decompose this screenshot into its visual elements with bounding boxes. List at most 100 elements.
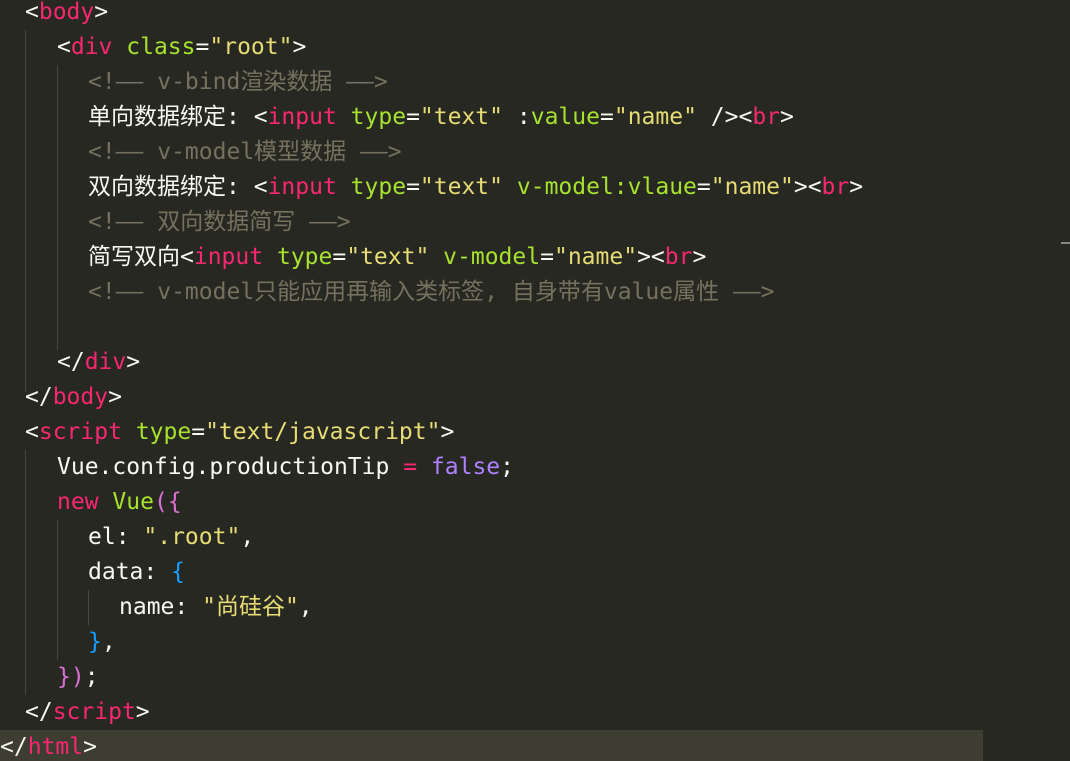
code-token: div	[84, 349, 127, 375]
code-token: "name"	[553, 244, 638, 270]
code-token: =	[332, 244, 347, 270]
code-token: "text/javascript"	[205, 419, 441, 445]
indent-guide	[25, 450, 26, 695]
code-token: input	[267, 104, 337, 130]
code-token: "name"	[710, 174, 794, 200]
code-token: >	[440, 419, 455, 445]
code-token: ;	[84, 664, 99, 690]
code-token: br	[752, 104, 781, 130]
code-token: >	[126, 349, 141, 375]
code-token: input	[193, 244, 264, 270]
code-token: script	[38, 419, 122, 445]
code-token: }	[57, 664, 71, 690]
code-token: el:	[88, 524, 144, 550]
code-token: ,	[298, 594, 313, 620]
code-token: </	[0, 734, 28, 760]
code-token: Vue.config.productionTip	[57, 454, 404, 480]
code-token: "name"	[613, 104, 697, 130]
code-token: >	[849, 174, 864, 200]
code-token: =	[403, 454, 418, 480]
code-token: {	[171, 559, 185, 585]
code-token: body	[52, 384, 109, 410]
code-token: <	[57, 34, 71, 60]
indent-guide	[57, 65, 58, 350]
code-token: =	[406, 174, 420, 200]
code-token: </	[25, 699, 53, 725]
indent-guide	[57, 520, 58, 660]
code-token: <	[253, 174, 268, 200]
code-token: 双向数据绑定:	[88, 174, 254, 200]
current-code-line[interactable]: </html>	[0, 730, 983, 761]
code-token: <	[180, 244, 194, 270]
code-token: v-model:vlaue	[516, 174, 697, 200]
code-token: :	[516, 104, 531, 130]
code-token: >	[83, 734, 97, 760]
code-token: <!—— 双向数据简写 ——>	[88, 209, 351, 235]
code-token: <	[25, 0, 39, 25]
code-token: =	[191, 419, 206, 445]
code-token: type	[350, 174, 407, 200]
code-token: 单向数据绑定:	[88, 104, 254, 130]
code-editor[interactable]: <body> <div class="root"> <!—— v-bind渲染数据 …	[0, 0, 1070, 761]
code-token: data:	[88, 559, 172, 585]
code-token: br	[821, 174, 850, 200]
code-token: =	[406, 104, 420, 130]
code-token: type	[350, 104, 407, 130]
code-token: <!—— v-bind渲染数据 ——>	[88, 69, 388, 95]
code-token: input	[267, 174, 337, 200]
code-token: <!—— v-model模型数据 ——>	[88, 139, 402, 165]
code-token: 简写双向	[88, 244, 180, 270]
code-token: Vue	[112, 489, 154, 515]
code-token: >	[94, 0, 109, 25]
code-token: class	[126, 34, 196, 60]
code-token: ".root"	[143, 524, 241, 550]
scrollbar-marker[interactable]	[1061, 242, 1070, 244]
code-token: >	[108, 384, 122, 410]
code-token: =	[599, 104, 614, 130]
code-token: ,	[101, 629, 116, 655]
code-token: name:	[119, 594, 203, 620]
code-token: body	[38, 0, 95, 25]
code-token: (	[153, 489, 168, 515]
code-token: ><	[637, 244, 665, 270]
code-token: "text"	[346, 244, 430, 270]
code-token: />	[696, 104, 739, 130]
code-token: ;	[500, 454, 515, 480]
code-token: =	[696, 174, 711, 200]
indent-guide	[88, 590, 89, 625]
code-token: {	[167, 489, 182, 515]
code-token: </	[25, 384, 53, 410]
code-token: >	[135, 699, 150, 725]
code-token: div	[70, 34, 113, 60]
code-token: <	[253, 104, 268, 130]
code-token: new	[57, 489, 99, 515]
code-token: =	[540, 244, 554, 270]
code-token: <	[738, 104, 753, 130]
code-token: }	[88, 629, 102, 655]
code-token: br	[664, 244, 693, 270]
code-token: script	[52, 699, 136, 725]
code-token: )	[70, 664, 85, 690]
code-token: <!—— v-model只能应用再输入类标签, 自身带有value属性 ——>	[88, 279, 775, 305]
code-token: type	[276, 244, 333, 270]
code-token: <	[25, 419, 39, 445]
code-token: "text"	[419, 174, 504, 200]
code-token: >	[692, 244, 707, 270]
code-token: =	[195, 34, 210, 60]
code-token: </	[57, 349, 85, 375]
code-token: v-model	[443, 244, 541, 270]
indent-guide	[25, 30, 26, 392]
code-token: "尚硅谷"	[202, 594, 299, 620]
code-token: "text"	[419, 104, 504, 130]
code-token: ,	[240, 524, 255, 550]
